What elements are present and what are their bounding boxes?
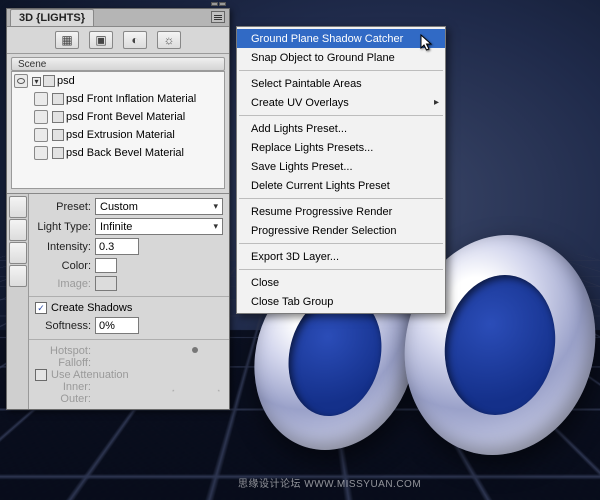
filter-mesh-button[interactable]: ▣	[89, 31, 113, 49]
panel-context-menu: Ground Plane Shadow CatcherSnap Object t…	[236, 26, 446, 314]
menu-item[interactable]: Resume Progressive Render	[237, 202, 445, 221]
use-attenuation-label: Use Attenuation	[51, 369, 129, 381]
panel-dock-controls[interactable]	[211, 2, 226, 6]
menu-item[interactable]: Close	[237, 273, 445, 292]
tree-row-material[interactable]: psd Front Inflation Material	[12, 90, 224, 108]
visibility-toggle[interactable]	[34, 128, 48, 142]
softness-label: Softness:	[35, 320, 91, 332]
tree-row-root[interactable]: psd	[12, 72, 224, 90]
light-cone-diagram	[175, 345, 215, 395]
filter-light-button[interactable]: ☼	[157, 31, 181, 49]
tree-twisty[interactable]	[32, 77, 41, 86]
light-tool-new[interactable]	[9, 196, 27, 218]
scene-column-header: Scene	[11, 57, 225, 71]
softness-input[interactable]: 0%	[95, 317, 139, 334]
material-icon	[52, 111, 64, 123]
menu-item[interactable]: Snap Object to Ground Plane	[237, 48, 445, 67]
menu-item[interactable]: Add Lights Preset...	[237, 119, 445, 138]
tree-row-material[interactable]: psd Front Bevel Material	[12, 108, 224, 126]
mesh-icon	[43, 75, 55, 87]
light-type-label: Light Type:	[35, 221, 91, 233]
light-type-select[interactable]: Infinite▾	[95, 218, 223, 235]
panel-tabbar: 3D {LIGHTS}	[7, 9, 229, 27]
filter-scene-button[interactable]: ▦	[55, 31, 79, 49]
menu-item[interactable]: Select Paintable Areas	[237, 74, 445, 93]
menu-item[interactable]: Delete Current Lights Preset	[237, 176, 445, 195]
3d-panel: 3D {LIGHTS} ▦ ▣ ◐ ☼ Scene psd psd Front …	[6, 8, 230, 410]
create-shadows-checkbox[interactable]: ✓	[35, 302, 47, 314]
image-label: Image:	[35, 278, 91, 290]
visibility-toggle[interactable]	[34, 110, 48, 124]
inner-label: Inner:	[35, 381, 91, 393]
scene-tree[interactable]: psd psd Front Inflation Material psd Fron…	[11, 71, 225, 189]
use-attenuation-checkbox	[35, 369, 47, 381]
create-shadows-label: Create Shadows	[51, 302, 132, 314]
light-tool-point[interactable]	[9, 219, 27, 241]
preset-select[interactable]: Custom▾	[95, 198, 223, 215]
light-tool-toggle[interactable]	[9, 265, 27, 287]
preset-label: Preset:	[35, 201, 91, 213]
color-swatch[interactable]	[95, 258, 117, 273]
visibility-toggle[interactable]	[14, 74, 28, 88]
intensity-input[interactable]: 0.3	[95, 238, 139, 255]
light-tool-rotate[interactable]	[9, 242, 27, 264]
tree-label: psd	[57, 75, 224, 87]
panel-toolbar: ▦ ▣ ◐ ☼	[7, 27, 229, 54]
tree-row-material[interactable]: psd Extrusion Material	[12, 126, 224, 144]
color-label: Color:	[35, 260, 91, 272]
menu-item[interactable]: Export 3D Layer...	[237, 247, 445, 266]
outer-label: Outer:	[35, 393, 91, 405]
tab-3d-lights[interactable]: 3D {LIGHTS}	[10, 9, 94, 26]
tree-label: psd Extrusion Material	[66, 129, 224, 141]
menu-item[interactable]: Close Tab Group	[237, 292, 445, 311]
menu-item[interactable]: Progressive Render Selection	[237, 221, 445, 240]
hotspot-label: Hotspot:	[35, 345, 91, 357]
tree-label: psd Front Bevel Material	[66, 111, 224, 123]
menu-item[interactable]: Replace Lights Presets...	[237, 138, 445, 157]
tree-row-material[interactable]: psd Back Bevel Material	[12, 144, 224, 162]
material-icon	[52, 129, 64, 141]
menu-item[interactable]: Save Lights Preset...	[237, 157, 445, 176]
watermark: 思缘设计论坛 WWW.MISSYUAN.COM	[238, 475, 421, 490]
intensity-label: Intensity:	[35, 241, 91, 253]
image-swatch	[95, 276, 117, 291]
falloff-label: Falloff:	[35, 357, 91, 369]
tree-label: psd Back Bevel Material	[66, 147, 224, 159]
visibility-toggle[interactable]	[34, 92, 48, 106]
material-icon	[52, 93, 64, 105]
material-icon	[52, 147, 64, 159]
visibility-toggle[interactable]	[34, 146, 48, 160]
props-tool-strip	[7, 194, 29, 409]
tree-label: psd Front Inflation Material	[66, 93, 224, 105]
filter-material-button[interactable]: ◐	[123, 31, 147, 49]
menu-item[interactable]: Ground Plane Shadow Catcher	[237, 29, 445, 48]
menu-item[interactable]: Create UV Overlays	[237, 93, 445, 112]
panel-menu-button[interactable]	[211, 11, 225, 23]
